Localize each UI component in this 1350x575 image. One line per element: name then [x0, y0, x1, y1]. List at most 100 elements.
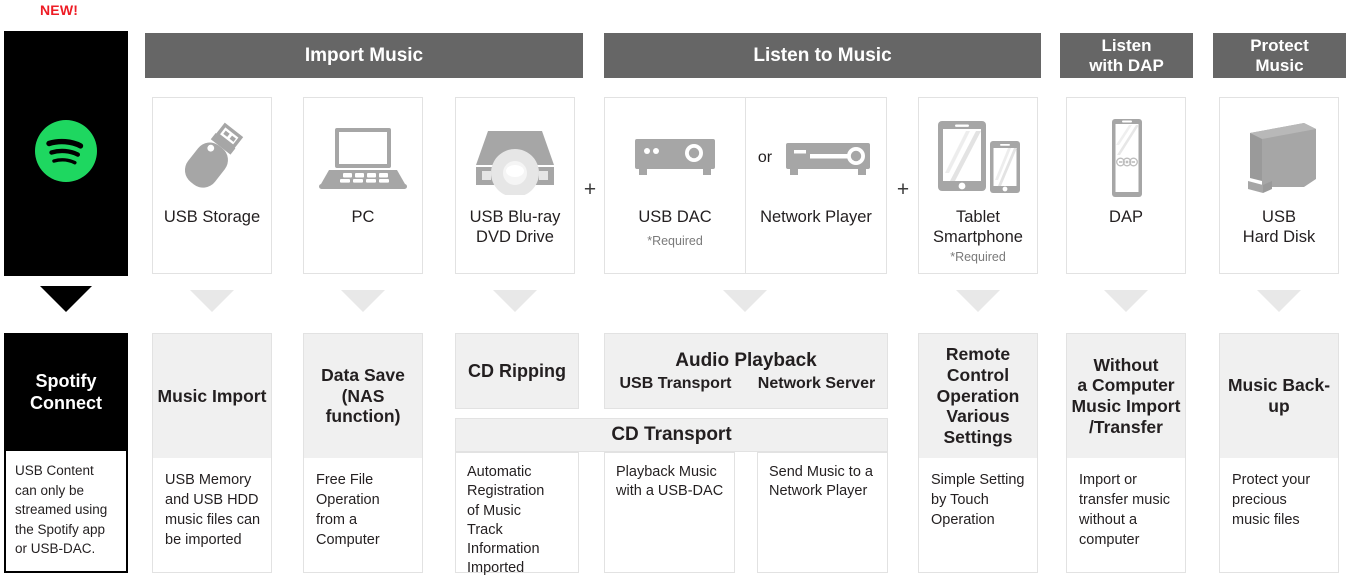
arrow-audio-playback — [723, 290, 767, 312]
device-label-line1: Tablet — [955, 208, 1001, 226]
spotify-connect-description: USB Content can only be streamed using t… — [15, 463, 108, 557]
feature-head: Remote Control Operation Various Setting… — [919, 334, 1037, 458]
cd-cell-line-3: of Music — [467, 502, 521, 519]
device-card-dap[interactable]: DAP — [1066, 97, 1186, 274]
arrow-remote-control — [956, 290, 1000, 312]
feature-body: Simple Setting by Touch Operation — [919, 458, 1037, 572]
feature-head-line1: Data Save — [321, 365, 405, 386]
cd-cell-line-1: Automatic — [467, 464, 532, 480]
device-label: DAP — [1109, 208, 1143, 226]
group-header-label: Import Music — [304, 44, 424, 66]
device-label-line2: DVD Drive — [476, 227, 554, 246]
cd-transport-cell-usb-dac-playback: Playback Music with a USB-DAC — [604, 452, 735, 573]
cd-cell-line-5: Imported — [467, 560, 525, 575]
group-header-label-line1: Protect — [1250, 36, 1309, 56]
feature-without-a-computer[interactable]: Without a Computer Music Import /Transfe… — [1066, 333, 1186, 573]
spotify-title-line2: Connect — [30, 393, 102, 413]
feature-head: Music Back-up — [1220, 334, 1338, 458]
device-card-usb-bluray-dvd-drive[interactable]: USB Blu-ray DVD Drive — [455, 97, 575, 274]
or-connector-label: or — [757, 149, 773, 166]
audio-playback-header: Audio Playback USB Transport Network Ser… — [604, 333, 888, 409]
group-header-protect-music: Protect Music — [1213, 33, 1346, 78]
feature-body: Protect your precious music files — [1220, 458, 1338, 572]
spotify-panel — [4, 31, 128, 276]
arrow-spotify — [40, 286, 92, 312]
device-card-usb-hard-disk[interactable]: USB Hard Disk — [1219, 97, 1339, 274]
tablet-smartphone-icon — [928, 112, 1028, 204]
device-label: USB Storage — [163, 208, 261, 226]
arrow-without-computer — [1104, 290, 1148, 312]
feature-head-line3: Music Import — [1071, 396, 1181, 416]
spotify-title-line1: Spotify — [35, 371, 97, 392]
audio-playback-sub-usb-transport: USB Transport — [619, 374, 732, 392]
cd-ripping-label: CD Ripping — [468, 360, 566, 381]
new-badge: NEW! — [40, 2, 79, 18]
device-required-note: *Required — [647, 233, 703, 248]
cd-cell-text: Playback Music with a USB-DAC — [616, 464, 724, 500]
group-header-label-line2: with DAP — [1089, 55, 1164, 75]
spotify-connect-block[interactable]: Spotify Connect USB Content can only be … — [4, 333, 128, 573]
feature-head: Without a Computer Music Import /Transfe… — [1067, 334, 1185, 458]
spotify-logo-icon — [33, 118, 99, 189]
plus-connector-1: + — [580, 178, 600, 202]
cd-ripping-header: CD Ripping — [455, 333, 579, 409]
feature-head-label: Music Back-up — [1227, 375, 1331, 416]
feature-head-line4: /Transfer — [1089, 416, 1163, 437]
group-header-import-music: Import Music — [145, 33, 583, 78]
arrow-cd-ripping — [493, 290, 537, 312]
group-header-listen-with-dap: Listen with DAP — [1060, 33, 1193, 78]
device-half-network-player[interactable]: or Network Player — [746, 98, 886, 273]
feature-data-save[interactable]: Data Save (NAS function) Free File Opera… — [303, 333, 423, 573]
device-card-usb-storage[interactable]: USB Storage — [152, 97, 272, 274]
plus-connector-2: + — [893, 178, 913, 202]
device-label-line1: USB — [1262, 208, 1296, 226]
usb-flash-drive-icon — [176, 112, 248, 204]
feature-head: Data Save (NAS function) — [304, 334, 422, 458]
cd-transport-cell-automatic-registration: Automatic Registration of Music Track In… — [455, 452, 579, 575]
spotify-connect-title: Spotify Connect — [6, 335, 126, 451]
feature-remote-control[interactable]: Remote Control Operation Various Setting… — [918, 333, 1038, 573]
device-label: USB DAC — [638, 208, 712, 226]
device-label-line1: USB Blu-ray — [469, 208, 561, 226]
feature-body: USB Memory and USB HDD music files can b… — [153, 458, 271, 572]
arrow-music-backup — [1257, 290, 1301, 312]
external-hard-disk-icon — [1236, 112, 1322, 204]
network-player-icon: or — [746, 112, 886, 204]
group-header-label-line2: Music — [1255, 55, 1304, 75]
feature-head-label: Music Import — [157, 385, 267, 406]
feature-head-line2: a Computer — [1077, 375, 1175, 396]
cd-transport-cell-network-player-send: Send Music to a Network Player — [757, 452, 888, 573]
cd-transport-header: CD Transport — [455, 418, 888, 452]
feature-music-backup[interactable]: Music Back-up Protect your precious musi… — [1219, 333, 1339, 573]
group-header-label: Listen to Music — [753, 44, 892, 66]
audio-playback-subtitles: USB Transport Network Server — [605, 375, 887, 393]
feature-head-line1: Without — [1093, 354, 1159, 375]
device-card-usb-dac-network-player[interactable]: USB DAC *Required or Network Player — [604, 97, 887, 274]
device-card-pc[interactable]: PC — [303, 97, 423, 274]
device-label: PC — [351, 208, 375, 226]
laptop-icon — [317, 112, 409, 204]
feature-head-line2: Operation — [936, 385, 1020, 406]
optical-disc-drive-icon — [468, 112, 562, 204]
feature-head-line3: Various Settings — [943, 406, 1013, 447]
device-label-line2: Hard Disk — [1242, 227, 1316, 246]
feature-body: Free File Operation from a Computer — [304, 458, 422, 572]
diagram-root: NEW! Import Music Listen to Music Listen… — [0, 0, 1350, 575]
dap-player-icon — [1096, 112, 1156, 204]
usb-dac-amplifier-icon — [629, 112, 721, 204]
device-card-tablet-smartphone[interactable]: Tablet Smartphone *Required — [918, 97, 1038, 274]
feature-head: Music Import — [153, 334, 271, 458]
device-half-usb-dac[interactable]: USB DAC *Required — [605, 98, 745, 273]
audio-playback-sub-network-server: Network Server — [757, 374, 876, 392]
feature-music-import[interactable]: Music Import USB Memory and USB HDD musi… — [152, 333, 272, 573]
cd-cell-line-4: Track Information — [467, 521, 540, 558]
arrow-music-import — [190, 290, 234, 312]
device-required-note: *Required — [950, 249, 1006, 264]
device-label: Network Player — [760, 208, 872, 226]
audio-playback-title: Audio Playback — [675, 349, 817, 371]
cd-transport-label: CD Transport — [611, 424, 732, 445]
group-header-label-line1: Listen — [1101, 36, 1152, 56]
cd-cell-line-2: Registration — [467, 483, 545, 500]
device-label-line2: Smartphone — [933, 227, 1023, 246]
feature-head-line1: Remote Control — [945, 344, 1011, 386]
